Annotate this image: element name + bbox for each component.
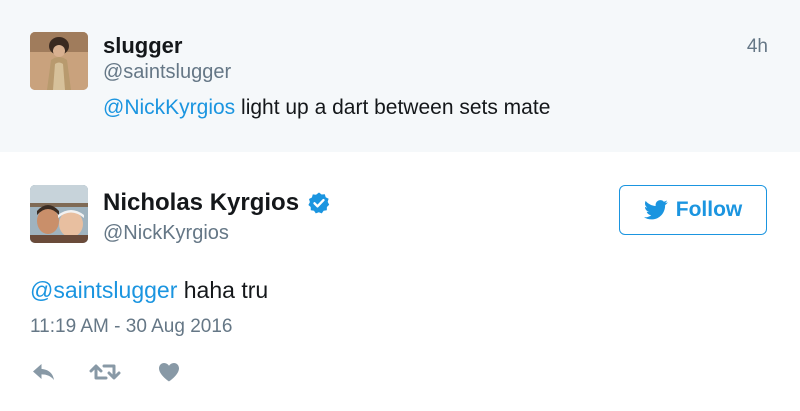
retweet-icon: [89, 364, 121, 380]
name-row: Nicholas Kyrgios: [103, 189, 331, 217]
tweet-text: @saintslugger haha tru: [30, 277, 268, 304]
tweet-actions: [30, 358, 182, 386]
avatar-photo: [30, 32, 88, 90]
mention-link[interactable]: @saintslugger: [30, 277, 177, 303]
display-name[interactable]: Nicholas Kyrgios: [103, 189, 299, 217]
heart-icon: [159, 363, 179, 382]
reply-button[interactable]: [30, 358, 58, 386]
like-button[interactable]: [156, 358, 182, 386]
user-handle[interactable]: @NickKyrgios: [103, 222, 229, 245]
relative-time[interactable]: 4h: [747, 36, 768, 58]
tweet-timestamp[interactable]: 11:19 AM - 30 Aug 2016: [30, 316, 232, 338]
tweet-body: light up a dart between sets mate: [235, 96, 551, 119]
follow-button[interactable]: Follow: [619, 185, 767, 235]
parent-tweet: slugger @saintslugger 4h @NickKyrgios li…: [0, 0, 800, 152]
avatar[interactable]: [30, 185, 88, 243]
tweet-body: haha tru: [177, 277, 269, 303]
tweet-text: @NickKyrgios light up a dart between set…: [103, 96, 550, 120]
tweet-embed: slugger @saintslugger 4h @NickKyrgios li…: [0, 0, 800, 411]
avatar-photo: [30, 185, 88, 243]
user-handle[interactable]: @saintslugger: [103, 61, 231, 84]
mention-link[interactable]: @NickKyrgios: [103, 96, 235, 119]
avatar[interactable]: [30, 32, 88, 90]
reply-icon: [33, 364, 54, 380]
verified-badge-icon: [308, 192, 330, 214]
twitter-bird-icon: [643, 200, 668, 220]
retweet-button[interactable]: [88, 358, 122, 386]
display-name[interactable]: slugger: [103, 33, 182, 59]
follow-label: Follow: [675, 198, 743, 221]
